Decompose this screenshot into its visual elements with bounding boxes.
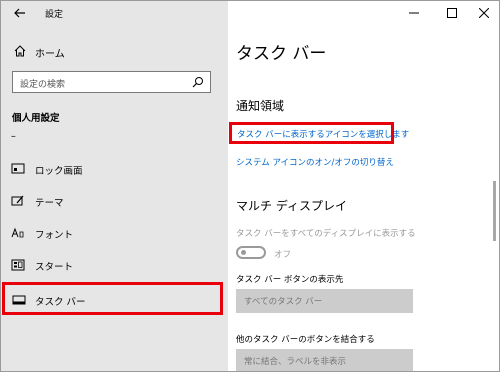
sidebar-item-theme[interactable]: テーマ [1, 189, 228, 213]
show-all-displays-toggle[interactable] [236, 246, 266, 259]
system-icons-toggle-link[interactable]: システム アイコンのオン/オフの切り替え [236, 156, 394, 168]
maximize-button[interactable] [437, 3, 467, 23]
buttons-location-select[interactable]: すべてのタスク バー [236, 289, 413, 313]
close-icon [479, 8, 489, 18]
theme-icon [11, 195, 24, 206]
start-icon [11, 259, 25, 271]
select-value: すべてのタスク バー [244, 297, 323, 307]
minimize-icon [409, 12, 419, 14]
sidebar-item-label: ホーム [35, 49, 65, 60]
sidebar-item-taskbar[interactable]: タスク バー [2, 282, 223, 315]
section-title: 個人用設定 [12, 113, 60, 124]
combine-buttons-label: 他のタスク バーのボタンを結合する [236, 335, 375, 345]
font-icon [11, 227, 24, 238]
sidebar-item-label: テーマ [35, 198, 64, 209]
search-placeholder: 設定の検索 [20, 80, 66, 90]
sidebar-item-label: ロック画面 [35, 166, 83, 177]
settings-window: 設定 ホーム 設定の検索 個人用設定 – ロック画面 テーマ フォント スタート… [0, 0, 500, 372]
taskbar-icon [12, 295, 26, 305]
back-arrow-icon [14, 8, 25, 18]
scrollbar-thumb[interactable] [493, 181, 496, 241]
buttons-location-label: タスク バー ボタンの表示先 [236, 275, 344, 285]
sidebar-item-dash[interactable]: – [1, 125, 228, 149]
sidebar-item-label: タスク バー [35, 297, 86, 308]
close-button[interactable] [469, 3, 499, 23]
select-value: 常に結合、ラベルを非表示 [244, 357, 347, 367]
highlight-box: タスク バーに表示するアイコンを選択します [229, 122, 409, 144]
page-title: タスク バー [236, 44, 327, 64]
show-all-displays-label: タスク バーをすべてのディスプレイに表示する [236, 229, 416, 239]
minimize-button[interactable] [399, 3, 429, 23]
sidebar-item-home[interactable]: ホーム [1, 39, 228, 63]
back-button[interactable] [10, 5, 30, 21]
window-title: 設定 [45, 10, 64, 20]
search-input[interactable]: 設定の検索 [12, 71, 211, 93]
sidebar-item-label: – [11, 131, 16, 142]
sidebar: 設定 ホーム 設定の検索 個人用設定 – ロック画面 テーマ フォント スタート… [1, 1, 228, 371]
multi-display-heading: マルチ ディスプレイ [236, 199, 347, 213]
sidebar-item-lock-screen[interactable]: ロック画面 [1, 157, 228, 181]
search-icon [192, 77, 203, 88]
toggle-knob [241, 250, 246, 255]
sidebar-item-font[interactable]: フォント [1, 221, 228, 245]
maximize-icon [447, 8, 457, 18]
sidebar-item-start[interactable]: スタート [1, 253, 228, 277]
toggle-state-label: オフ [274, 250, 292, 260]
combine-buttons-select[interactable]: 常に結合、ラベルを非表示 [236, 349, 413, 371]
notification-area-heading: 通知領域 [236, 99, 285, 113]
lock-screen-icon [11, 163, 25, 174]
select-taskbar-icons-link[interactable]: タスク バーに表示するアイコンを選択します [237, 128, 409, 140]
sidebar-item-label: スタート [35, 262, 74, 273]
home-icon [14, 45, 26, 57]
sidebar-item-label: フォント [35, 230, 74, 241]
